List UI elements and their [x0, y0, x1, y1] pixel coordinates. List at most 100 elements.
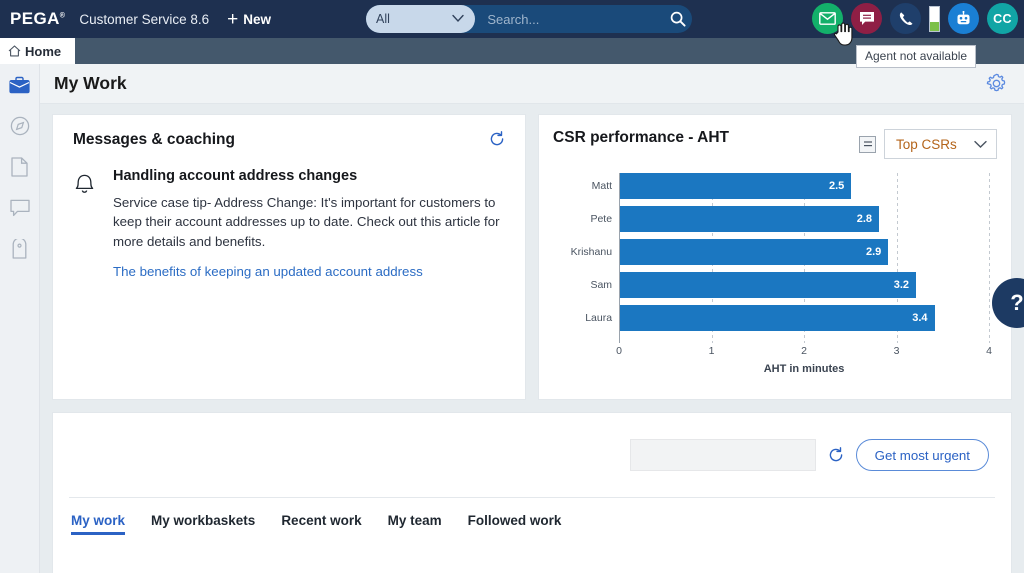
worklist-tabs: My work My workbaskets Recent work My team F… [53, 498, 1011, 535]
worklist-refresh-button[interactable] [828, 447, 844, 463]
search-icon [670, 11, 686, 27]
csr-performance-card: CSR performance - AHT Top CSRs Matt 2.5 … [538, 114, 1012, 400]
messages-card-header: Messages & coaching [73, 131, 505, 152]
main-content: My Work Messages & coaching Handling acc… [40, 64, 1024, 573]
coaching-message-body: Service case tip- Address Change: It's i… [113, 195, 500, 249]
chart-bar-row: Sam 3.2 [590, 272, 989, 298]
messages-card-title: Messages & coaching [73, 131, 235, 148]
bar-value-label: 3.4 [912, 312, 928, 324]
sidebar-item-tags[interactable] [9, 238, 31, 260]
coaching-message-text: Handling account address changes Service… [113, 168, 505, 281]
coaching-message-link[interactable]: The benefits of keeping an updated accou… [113, 264, 423, 279]
gauge-indicator[interactable] [929, 5, 940, 32]
tab-home-label: Home [25, 43, 62, 59]
page-header: My Work [40, 64, 1024, 104]
settings-button[interactable] [984, 72, 1008, 96]
worklist-tab-recent-work[interactable]: Recent work [281, 513, 361, 535]
top-navigation-bar: PEGA® Customer Service 8.6 + New All CC [0, 0, 1024, 46]
csr-filter-select[interactable]: Top CSRs [884, 129, 997, 159]
sidebar-item-documents[interactable] [9, 156, 31, 178]
x-axis-ticks: 0 1 2 3 4 [616, 345, 992, 361]
page-title: My Work [54, 73, 127, 93]
chart-bar[interactable]: 3.2 [620, 272, 916, 298]
sidebar-item-messages[interactable] [9, 197, 31, 219]
pega-logo[interactable]: PEGA® [10, 9, 65, 29]
bar-category-label: Matt [591, 180, 613, 192]
chart-card-header: CSR performance - AHT Top CSRs [553, 129, 997, 159]
x-axis-tick-label: 0 [616, 345, 622, 357]
chart-bars: Matt 2.5 Pete 2.8 Krishanu 2.9 Sam 3.2 Laura 3.4 [571, 173, 989, 331]
new-button-label: New [243, 11, 272, 27]
get-most-urgent-button[interactable]: Get most urgent [855, 439, 989, 471]
x-axis-label: AHT in minutes [763, 363, 845, 375]
bar-value-label: 2.8 [856, 213, 872, 225]
dashboard-cards-row: Messages & coaching Handling account add… [40, 104, 1024, 400]
get-most-urgent-label: Get most urgent [874, 447, 970, 463]
avatar-initials: CC [993, 11, 1012, 26]
robot-icon[interactable] [948, 3, 979, 34]
new-button[interactable]: + New [227, 10, 271, 29]
worklist-search[interactable] [629, 439, 816, 471]
sidebar-item-briefcase[interactable] [9, 74, 31, 96]
bar-category-label: Pete [590, 213, 613, 225]
messages-refresh-button[interactable] [489, 131, 505, 152]
legend-toggle-icon[interactable] [859, 135, 876, 153]
coaching-message-heading: Handling account address changes [113, 168, 358, 184]
list-lines-icon [863, 141, 872, 147]
plus-icon: + [227, 8, 239, 30]
app-body: My Work Messages & coaching Handling acc… [0, 64, 1024, 573]
search-scope-select[interactable]: All [366, 5, 476, 33]
worklist-tab-my-team[interactable]: My team [388, 513, 442, 535]
worklist-search-input[interactable] [638, 447, 815, 463]
bar-value-label: 2.5 [828, 180, 845, 192]
x-axis-tick-label: 4 [986, 345, 992, 357]
chat-icon[interactable] [851, 3, 882, 34]
tab-home[interactable]: Home [0, 38, 76, 64]
chevron-down-icon [974, 140, 987, 148]
chart-card-title: CSR performance - AHT [553, 129, 730, 146]
chart-bar-row: Pete 2.8 [590, 206, 989, 232]
coaching-message: Handling account address changes Service… [73, 168, 505, 281]
worklist-tab-my-workbaskets[interactable]: My workbaskets [151, 513, 255, 535]
document-icon [11, 157, 28, 177]
gridline [989, 173, 990, 343]
help-glyph: ? [1010, 290, 1024, 315]
left-navigation-rail [0, 64, 40, 573]
chart-bar-row: Krishanu 2.9 [571, 239, 989, 265]
worklist-tab-my-work[interactable]: My work [71, 513, 126, 535]
bar-category-label: Krishanu [570, 246, 613, 258]
bar-category-label: Sam [590, 279, 613, 291]
worklist-panel: Get most urgent My work My workbaskets Rec… [52, 412, 1012, 573]
sidebar-item-compass[interactable] [9, 115, 31, 137]
chart-bar-row: Laura 3.4 [585, 305, 989, 331]
tag-icon [12, 239, 27, 259]
messages-coaching-card: Messages & coaching Handling account add… [52, 114, 527, 400]
x-axis-tick-label: 3 [893, 345, 900, 357]
worklist-tab-followed-work[interactable]: Followed work [468, 513, 562, 535]
x-axis-tick-label: 2 [801, 345, 807, 357]
chart-bar[interactable]: 3.4 [620, 305, 935, 331]
search-submit-button[interactable] [663, 11, 692, 27]
mail-icon[interactable] [812, 3, 843, 34]
gear-icon [986, 73, 1005, 92]
chart-plot-area: Matt 2.5 Pete 2.8 Krishanu 2.9 Sam 3.2 Laura 3.4 [571, 173, 990, 343]
avatar[interactable]: CC [987, 3, 1018, 34]
app-title: Customer Service 8.6 [79, 11, 210, 27]
chart-bar[interactable]: 2.8 [620, 206, 879, 232]
refresh-icon [829, 447, 842, 462]
x-axis-tick-label: 1 [708, 345, 715, 357]
chart-bar[interactable]: 2.9 [620, 239, 889, 265]
logo-text: PEGA [10, 9, 60, 28]
chat-bubble-icon [9, 199, 30, 217]
chart-bar[interactable]: 2.5 [620, 173, 852, 199]
chart-bar-row: Matt 2.5 [592, 173, 989, 199]
global-search-input[interactable] [475, 11, 664, 27]
bar-value-label: 3.2 [893, 279, 909, 291]
refresh-icon [490, 131, 504, 146]
search-scope-value: All [376, 12, 390, 26]
bell-icon [75, 174, 94, 193]
bar-value-label: 2.9 [865, 246, 882, 258]
aht-bar-chart: Matt 2.5 Pete 2.8 Krishanu 2.9 Sam 3.2 Laura 3.4 … [553, 173, 997, 375]
phone-icon[interactable] [890, 3, 921, 34]
csr-filter-value: Top CSRs [896, 136, 957, 152]
